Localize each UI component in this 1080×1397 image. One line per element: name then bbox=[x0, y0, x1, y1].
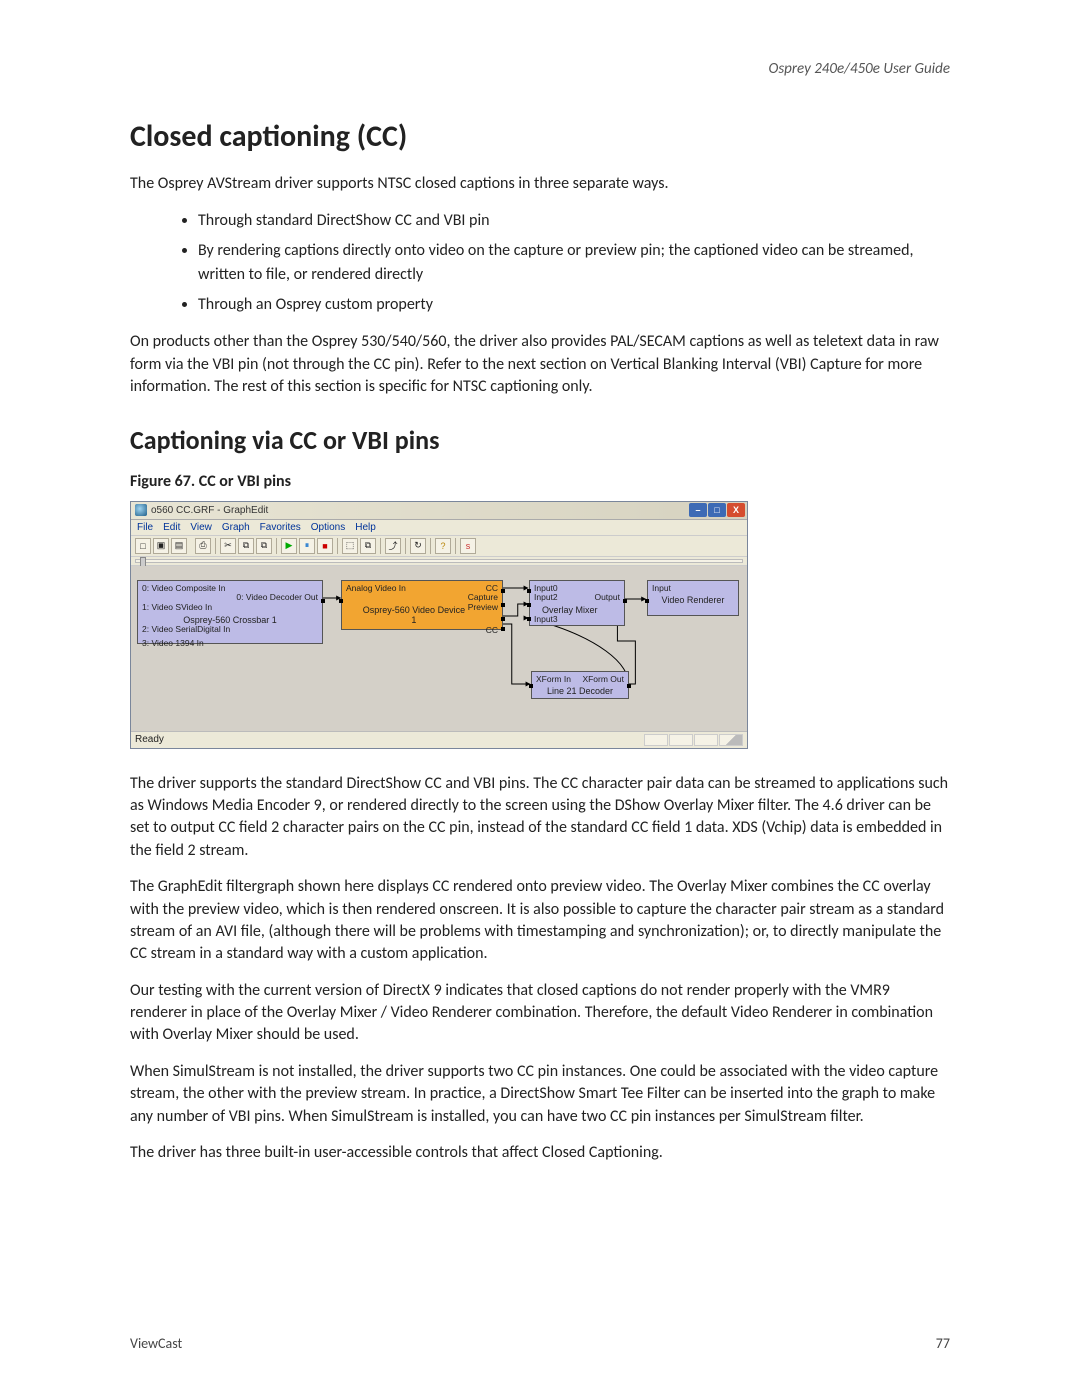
intro-bullet-list: Through standard DirectShow CC and VBI p… bbox=[198, 209, 950, 317]
filter-video-renderer[interactable]: Input Video Renderer bbox=[647, 580, 739, 616]
slider[interactable] bbox=[135, 559, 743, 563]
footer-left: ViewCast bbox=[130, 1335, 182, 1352]
menu-graph[interactable]: Graph bbox=[222, 522, 250, 533]
seek-bar[interactable] bbox=[131, 557, 747, 566]
menu-help[interactable]: Help bbox=[355, 522, 376, 533]
toolbar-print-icon[interactable]: ⎙ bbox=[195, 538, 211, 554]
heading-closed-captioning: Closed captioning (CC) bbox=[130, 118, 950, 155]
toolbar: □ ▣ ▤ ⎙ ✂ ⧉ ⧉ ▶ ⏸ ■ ⬚ ⧉ ⤴ ↻ ? s bbox=[131, 536, 747, 557]
list-item: Through an Osprey custom property bbox=[198, 293, 950, 317]
pin-in-label: XForm In bbox=[536, 675, 571, 685]
window-titlebar[interactable]: o560 CC.GRF - GraphEdit – □ X bbox=[131, 502, 747, 520]
window-title: o560 CC.GRF - GraphEdit bbox=[151, 505, 689, 516]
maximize-button[interactable]: □ bbox=[708, 503, 726, 517]
footer-page-number: 77 bbox=[936, 1335, 950, 1352]
toolbar-insert-icon[interactable]: ⬚ bbox=[342, 538, 358, 554]
page-footer: ViewCast 77 bbox=[130, 1335, 950, 1352]
body-paragraph: Our testing with the current version of … bbox=[130, 980, 950, 1047]
status-cell bbox=[644, 734, 668, 746]
filter-graph-canvas[interactable]: 0: Video Composite In 0: Video Decoder O… bbox=[131, 566, 747, 731]
toolbar-properties-icon[interactable]: ⧉ bbox=[360, 538, 376, 554]
toolbar-help-icon[interactable]: ? bbox=[435, 538, 451, 554]
menu-favorites[interactable]: Favorites bbox=[260, 522, 301, 533]
menu-edit[interactable]: Edit bbox=[163, 522, 180, 533]
pal-secam-paragraph: On products other than the Osprey 530/54… bbox=[130, 331, 950, 398]
menu-file[interactable]: File bbox=[137, 522, 153, 533]
pin-label: 2: Video SerialDigital In bbox=[142, 625, 318, 635]
status-cell bbox=[669, 734, 693, 746]
graphedit-window: o560 CC.GRF - GraphEdit – □ X File Edit … bbox=[130, 501, 748, 749]
pin-out-label: Preview bbox=[468, 603, 498, 626]
filter-overlay-mixer[interactable]: Input0 Input2 Output Overlay Mixer Input… bbox=[529, 580, 625, 626]
filter-video-device[interactable]: Analog Video In CC Capture Osprey-560 Vi… bbox=[341, 580, 503, 630]
pin-label: 1: Video SVideo In bbox=[142, 603, 318, 613]
status-cell bbox=[694, 734, 718, 746]
filter-title: Osprey-560 Video Device 1 bbox=[360, 605, 468, 626]
toolbar-refresh-icon[interactable]: ↻ bbox=[410, 538, 426, 554]
toolbar-paste-icon[interactable]: ⧉ bbox=[256, 538, 272, 554]
body-paragraph: When SimulStream is not installed, the d… bbox=[130, 1061, 950, 1128]
filter-title: Video Renderer bbox=[652, 595, 734, 605]
toolbar-play-icon[interactable]: ▶ bbox=[281, 538, 297, 554]
toolbar-s-icon[interactable]: s bbox=[460, 538, 476, 554]
toolbar-open-icon[interactable]: ▣ bbox=[153, 538, 169, 554]
close-button[interactable]: X bbox=[727, 503, 745, 517]
body-paragraph: The driver supports the standard DirectS… bbox=[130, 773, 950, 863]
menu-options[interactable]: Options bbox=[311, 522, 345, 533]
toolbar-save-icon[interactable]: ▤ bbox=[171, 538, 187, 554]
toolbar-pause-icon[interactable]: ⏸ bbox=[299, 538, 315, 554]
status-text: Ready bbox=[135, 734, 164, 746]
pin-out-label: CC bbox=[346, 626, 498, 636]
pin-out-label: Output bbox=[594, 593, 620, 603]
toolbar-cut-icon[interactable]: ✂ bbox=[220, 538, 236, 554]
page-header: Osprey 240e/450e User Guide bbox=[130, 60, 950, 78]
app-icon bbox=[135, 504, 147, 516]
intro-paragraph: The Osprey AVStream driver supports NTSC… bbox=[130, 173, 950, 195]
body-paragraph: The driver has three built-in user-acces… bbox=[130, 1142, 950, 1164]
pin-out-label: XForm Out bbox=[582, 675, 624, 685]
toolbar-stop-icon[interactable]: ■ bbox=[317, 538, 333, 554]
status-bar: Ready bbox=[131, 731, 747, 748]
pin-in-label: Input3 bbox=[534, 615, 620, 625]
pin-in-label: Input bbox=[652, 584, 734, 594]
toolbar-copy-icon[interactable]: ⧉ bbox=[238, 538, 254, 554]
list-item: Through standard DirectShow CC and VBI p… bbox=[198, 209, 950, 233]
minimize-button[interactable]: – bbox=[689, 503, 707, 517]
pin-label: 3: Video 1394 In bbox=[142, 639, 318, 649]
toolbar-new-icon[interactable]: □ bbox=[135, 538, 151, 554]
filter-crossbar[interactable]: 0: Video Composite In 0: Video Decoder O… bbox=[137, 580, 323, 644]
resize-grip-icon[interactable] bbox=[719, 734, 743, 746]
menu-bar: File Edit View Graph Favorites Options H… bbox=[131, 520, 747, 536]
figure-caption: Figure 67. CC or VBI pins bbox=[130, 472, 950, 491]
filter-line21-decoder[interactable]: XForm In XForm Out Line 21 Decoder bbox=[531, 671, 629, 699]
menu-view[interactable]: View bbox=[190, 522, 212, 533]
pin-in-label: Analog Video In bbox=[346, 584, 406, 594]
body-paragraph: The GraphEdit filtergraph shown here dis… bbox=[130, 876, 950, 966]
filter-title: Line 21 Decoder bbox=[536, 686, 624, 696]
list-item: By rendering captions directly onto vide… bbox=[198, 239, 950, 287]
heading-cc-vbi-pins: Captioning via CC or VBI pins bbox=[130, 424, 950, 456]
pin-in-label: Input2 bbox=[534, 593, 558, 603]
toolbar-connect-icon[interactable]: ⤴ bbox=[385, 538, 401, 554]
